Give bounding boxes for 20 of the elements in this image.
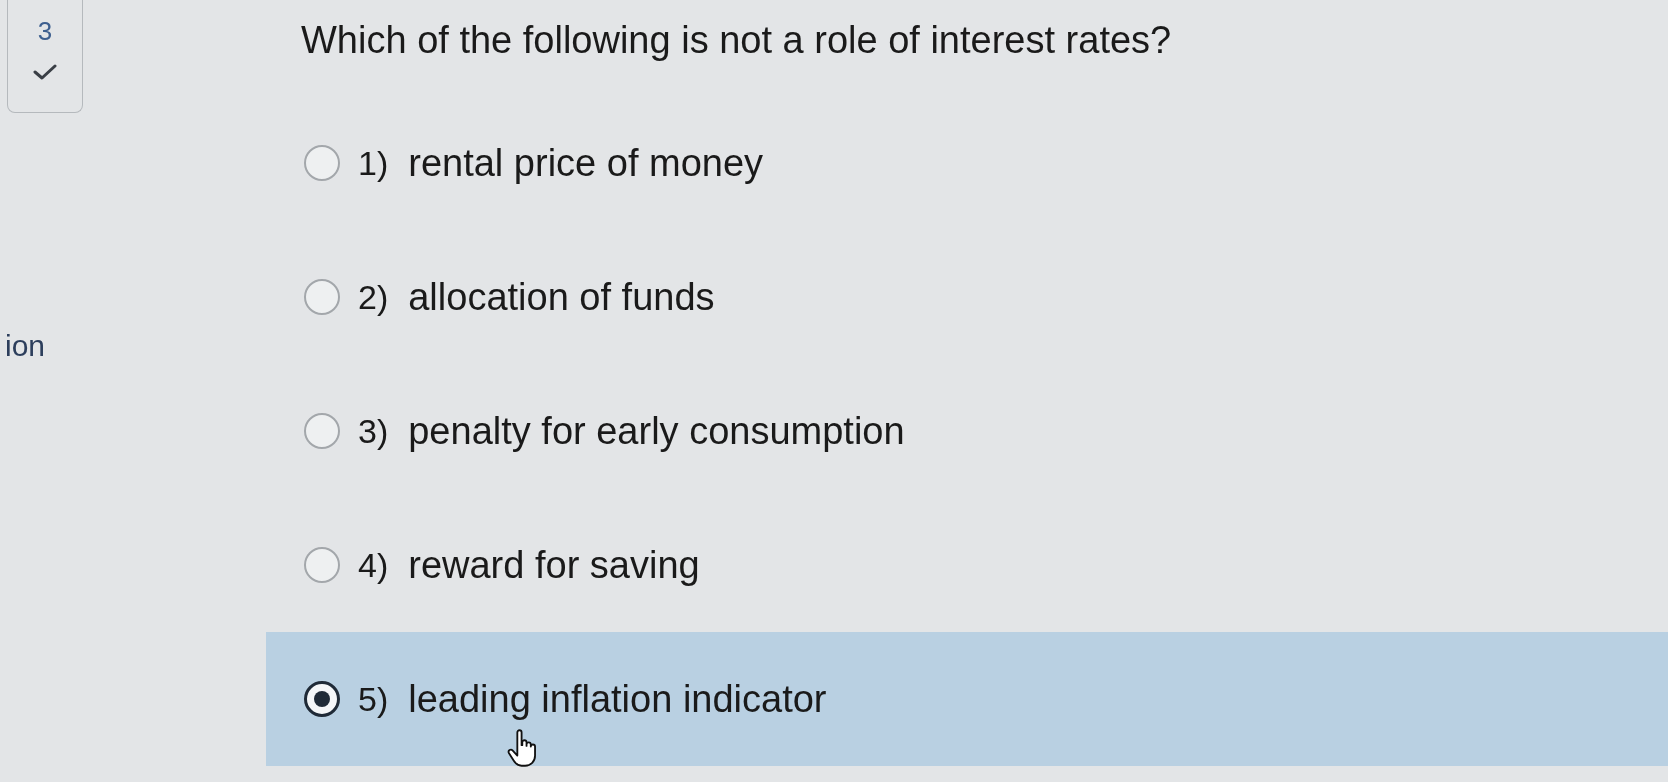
radio-button[interactable] — [304, 145, 340, 181]
option-number: 5) — [358, 679, 389, 720]
option-text: rental price of money — [408, 141, 764, 186]
question-number: 3 — [37, 16, 53, 46]
radio-button[interactable] — [304, 547, 340, 583]
option-text: leading inflation indicator — [408, 677, 827, 722]
radio-button[interactable] — [304, 413, 340, 449]
question-nav-tile[interactable]: 3 — [7, 0, 83, 113]
option-text: penalty for early consumption — [408, 409, 905, 454]
option-number: 3) — [358, 411, 389, 452]
option-text: allocation of funds — [408, 275, 715, 320]
selected-option-highlight[interactable]: 5) leading inflation indicator — [266, 632, 1668, 766]
radio-button[interactable] — [304, 279, 340, 315]
side-label: ion — [4, 328, 46, 364]
option-text: reward for saving — [408, 543, 700, 588]
option-number: 2) — [358, 277, 389, 318]
option-number: 1) — [358, 143, 389, 184]
radio-button[interactable] — [304, 681, 340, 717]
question-text: Which of the following is not a role of interest rates? — [301, 19, 1172, 61]
option-number: 4) — [358, 545, 389, 586]
